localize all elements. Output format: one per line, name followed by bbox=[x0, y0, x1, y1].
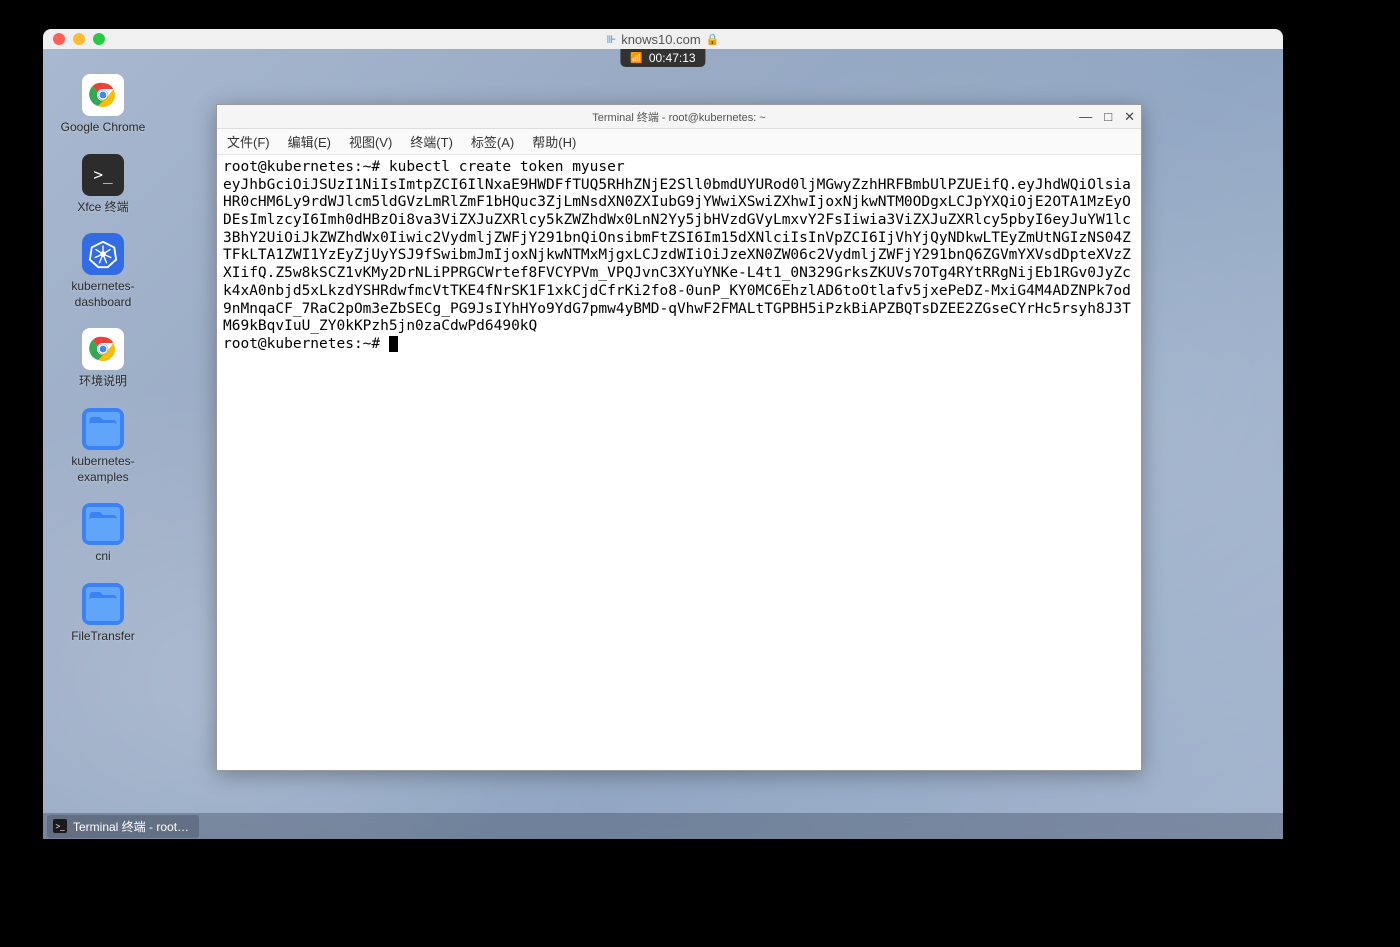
desktop-icon-label: kubernetes-dashboard bbox=[58, 279, 148, 310]
chrome-icon bbox=[82, 74, 124, 116]
taskbar-item-label: Terminal 终端 - root… bbox=[73, 818, 189, 835]
terminal-window-controls: — □ ✕ bbox=[1079, 109, 1135, 125]
menu-tabs[interactable]: 标签(A) bbox=[467, 130, 518, 153]
desktop-icon-label: kubernetes-examples bbox=[58, 454, 148, 485]
menu-file[interactable]: 文件(F) bbox=[223, 130, 274, 153]
desktop-icon-label: Google Chrome bbox=[61, 120, 146, 136]
lock-icon: 🔒 bbox=[706, 33, 720, 46]
timer-value: 00:47:13 bbox=[649, 51, 696, 65]
terminal-body[interactable]: root@kubernetes:~# kubectl create token … bbox=[217, 155, 1141, 770]
kubernetes-icon bbox=[82, 233, 124, 275]
desktop-icon-cni[interactable]: cni bbox=[58, 503, 148, 565]
terminal-icon: >_ bbox=[82, 154, 124, 196]
taskbar[interactable]: >_ Terminal 终端 - root… bbox=[43, 813, 1283, 839]
site-settings-icon: ⊪ bbox=[607, 33, 617, 46]
command-text: kubectl create token myuser bbox=[389, 159, 625, 175]
desktop-icon-chrome[interactable]: Google Chrome bbox=[58, 74, 148, 136]
maximize-button[interactable]: □ bbox=[1104, 109, 1112, 125]
minimize-window-button[interactable] bbox=[73, 33, 85, 45]
maximize-window-button[interactable] bbox=[93, 33, 105, 45]
terminal-window[interactable]: Terminal 终端 - root@kubernetes: ~ — □ ✕ 文… bbox=[216, 104, 1142, 771]
terminal-icon: >_ bbox=[53, 819, 67, 833]
chrome-icon bbox=[82, 328, 124, 370]
prompt: root@kubernetes:~# bbox=[223, 336, 389, 352]
url-bar: ⊪ knows10.com 🔒 bbox=[607, 32, 720, 47]
cursor bbox=[389, 336, 398, 352]
menu-edit[interactable]: 编辑(E) bbox=[284, 130, 335, 153]
window-traffic-lights bbox=[53, 33, 105, 45]
terminal-titlebar[interactable]: Terminal 终端 - root@kubernetes: ~ — □ ✕ bbox=[217, 105, 1141, 129]
folder-icon bbox=[82, 408, 124, 450]
desktop-icons-column: Google Chrome >_ Xfce 终端 kubernetes-dash… bbox=[58, 74, 148, 644]
url-text: knows10.com bbox=[621, 32, 700, 47]
menu-help[interactable]: 帮助(H) bbox=[528, 130, 580, 153]
desktop-icon-k8s-dashboard[interactable]: kubernetes-dashboard bbox=[58, 233, 148, 310]
close-button[interactable]: ✕ bbox=[1124, 109, 1135, 125]
close-window-button[interactable] bbox=[53, 33, 65, 45]
desktop-icon-filetransfer[interactable]: FileTransfer bbox=[58, 583, 148, 645]
browser-titlebar: ⊪ knows10.com 🔒 bbox=[43, 29, 1283, 49]
terminal-menubar: 文件(F) 编辑(E) 视图(V) 终端(T) 标签(A) 帮助(H) bbox=[217, 129, 1141, 155]
desktop-icon-label: cni bbox=[95, 549, 110, 565]
desktop[interactable]: 📶 00:47:13 Google Chrome >_ Xfce 终端 kube… bbox=[43, 49, 1283, 839]
terminal-title: Terminal 终端 - root@kubernetes: ~ bbox=[592, 109, 765, 125]
menu-terminal[interactable]: 终端(T) bbox=[406, 130, 457, 153]
desktop-icon-env-notes[interactable]: 环境说明 bbox=[58, 328, 148, 390]
folder-icon bbox=[82, 583, 124, 625]
desktop-icon-label: FileTransfer bbox=[71, 629, 135, 645]
menu-view[interactable]: 视图(V) bbox=[345, 130, 396, 153]
signal-icon: 📶 bbox=[630, 53, 642, 64]
prompt: root@kubernetes:~# bbox=[223, 159, 389, 175]
desktop-icon-xfce-terminal[interactable]: >_ Xfce 终端 bbox=[58, 154, 148, 216]
timer-badge: 📶 00:47:13 bbox=[620, 49, 705, 67]
desktop-icon-k8s-examples[interactable]: kubernetes-examples bbox=[58, 408, 148, 485]
minimize-button[interactable]: — bbox=[1079, 109, 1092, 125]
folder-icon bbox=[82, 503, 124, 545]
desktop-icon-label: Xfce 终端 bbox=[77, 200, 128, 216]
command-output: eyJhbGciOiJSUzI1NiIsImtpZCI6IlNxaE9HWDFf… bbox=[223, 177, 1131, 335]
desktop-icon-label: 环境说明 bbox=[79, 374, 127, 390]
taskbar-item-terminal[interactable]: >_ Terminal 终端 - root… bbox=[47, 815, 199, 838]
